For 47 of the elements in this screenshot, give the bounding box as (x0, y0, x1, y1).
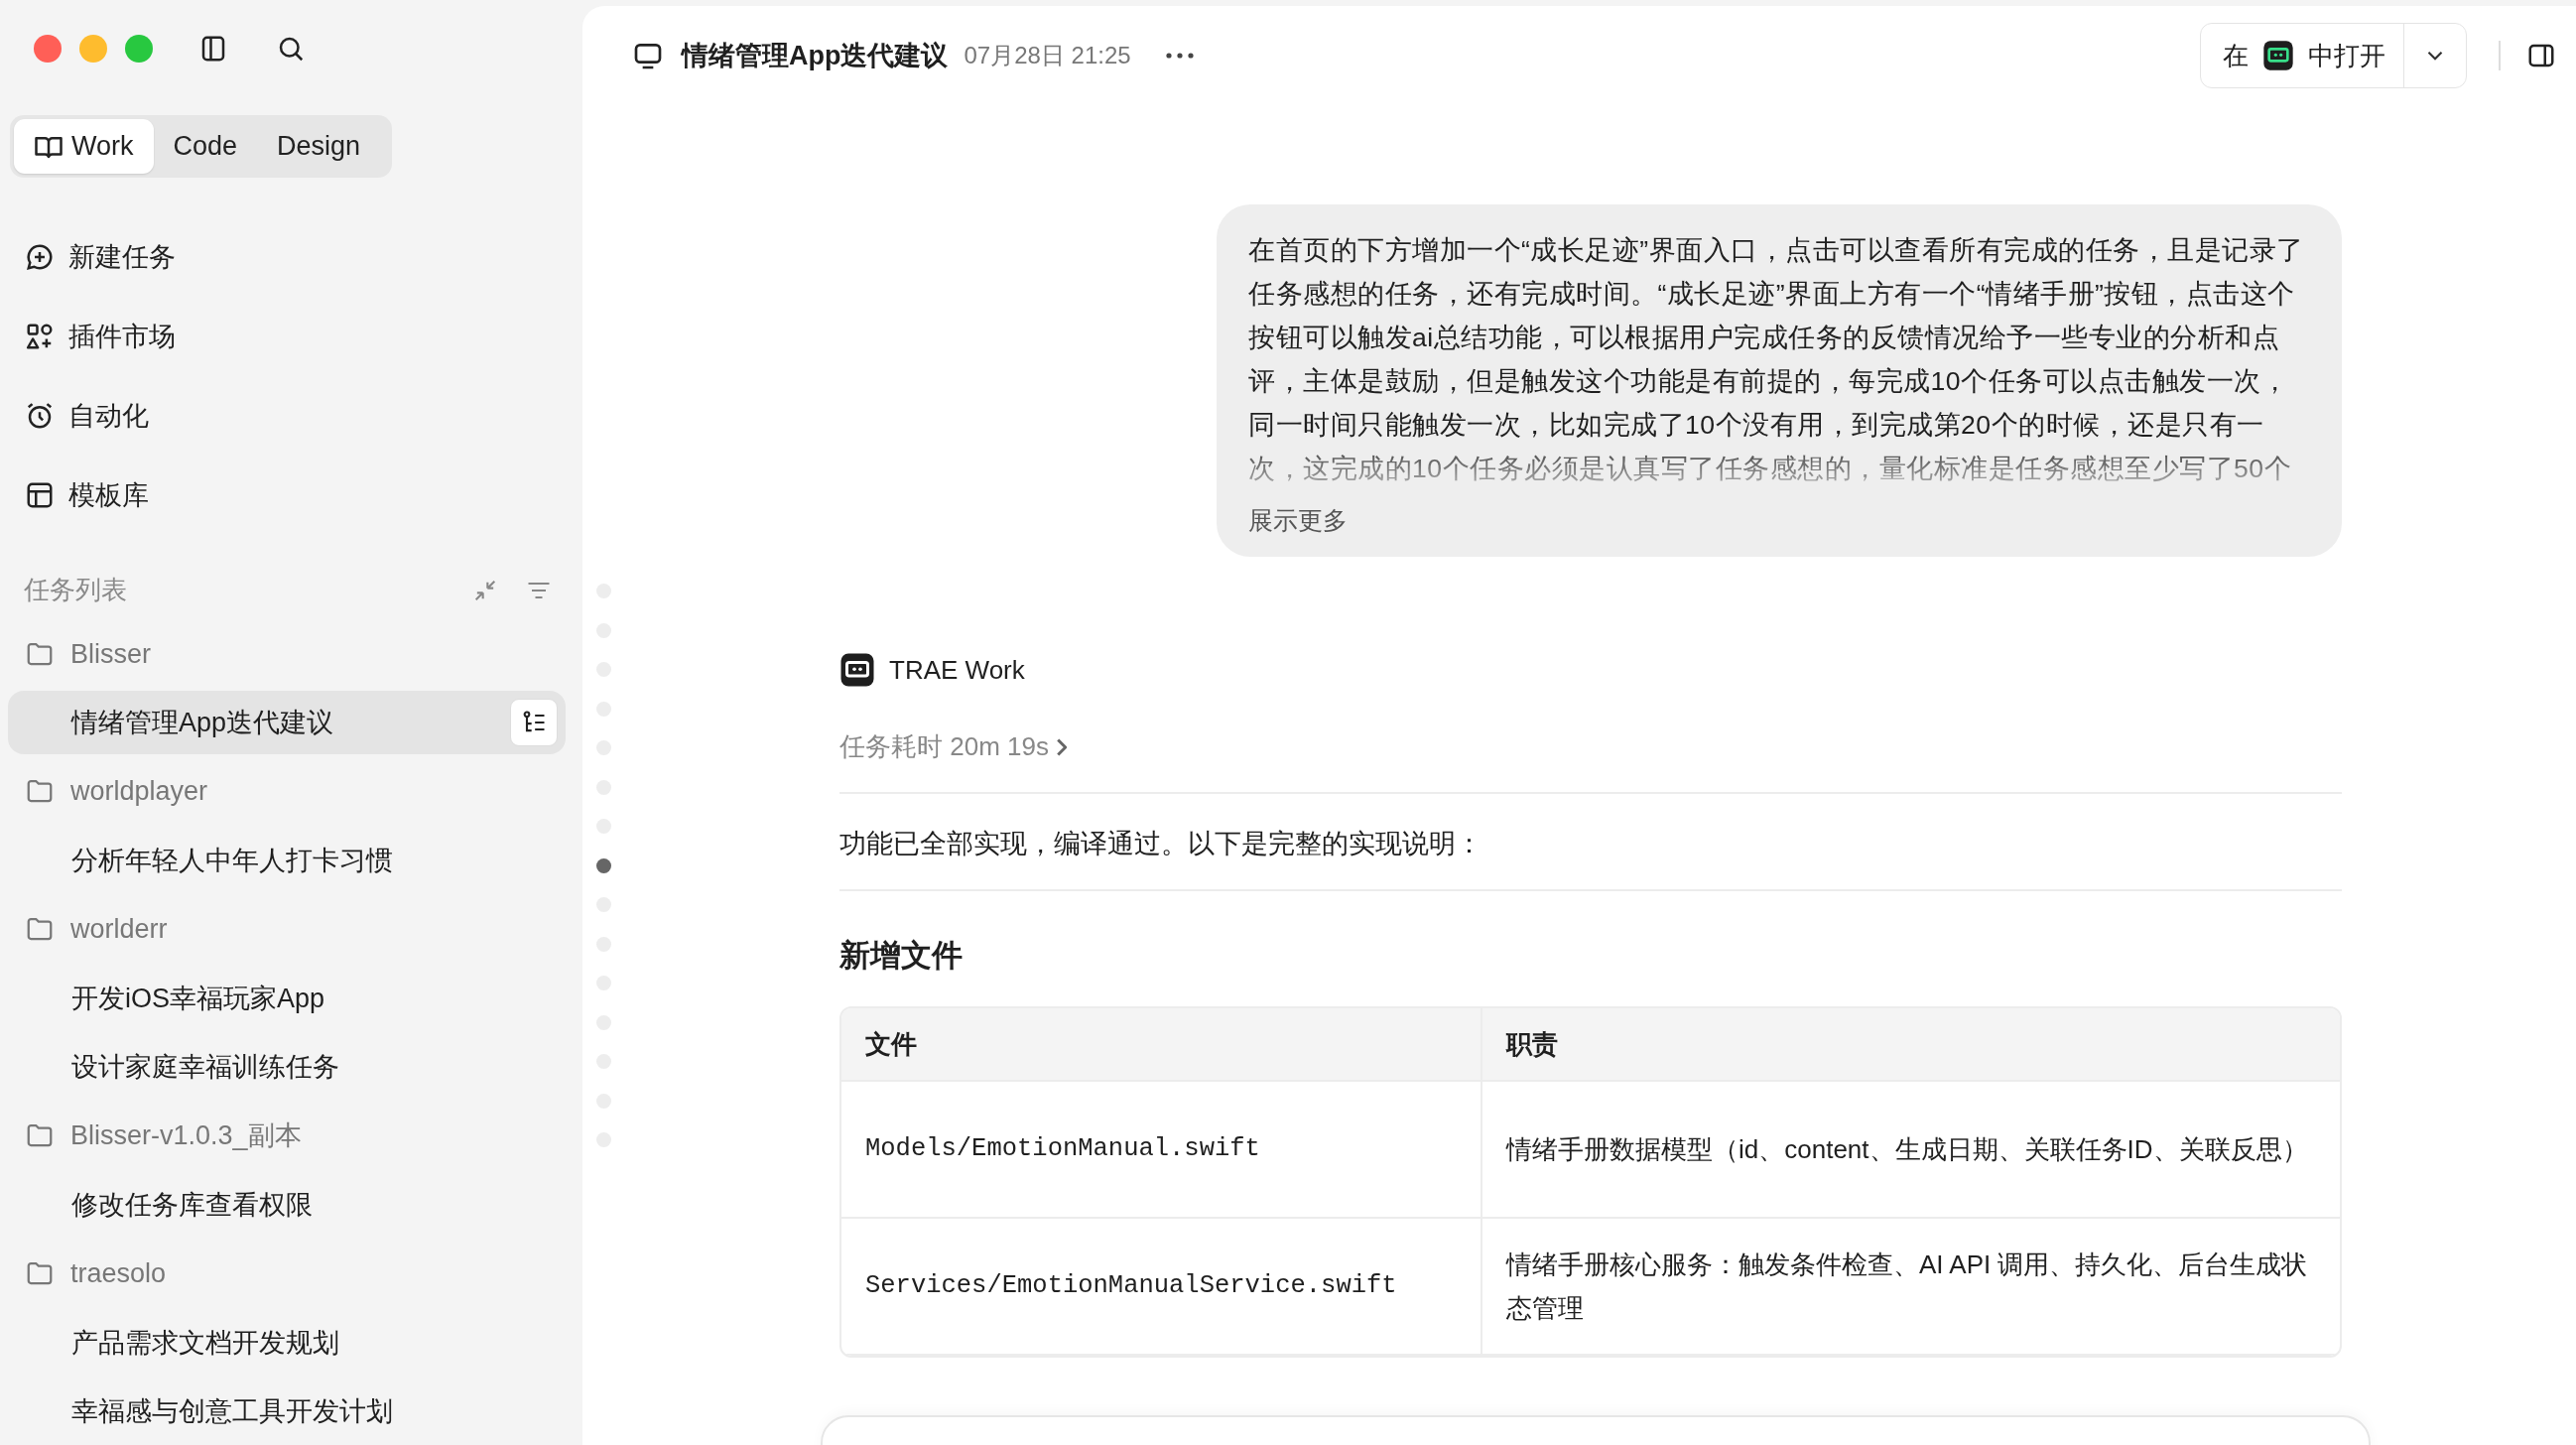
column-header: 文件 (841, 1008, 1482, 1082)
nav-item[interactable]: 模板库 (0, 456, 582, 536)
more-icon[interactable] (1164, 52, 1195, 60)
mode-tab[interactable]: Work (14, 119, 154, 175)
close-button[interactable] (34, 35, 62, 63)
folder-item[interactable]: Blisser (0, 619, 582, 689)
table-cell: Services/EmotionManualService.swift (841, 1219, 1482, 1356)
folder-item[interactable]: worldplayer (0, 756, 582, 826)
folder-item[interactable]: Blisser-v1.0.3_副本 (0, 1101, 582, 1170)
folder-item[interactable]: worlderr (0, 894, 582, 964)
chevron-right-icon (1056, 737, 1067, 756)
nav-item[interactable]: 插件市场 (0, 297, 582, 377)
table-cell: 情绪手册核心服务：触发条件检查、AI API 调用、持久化、后台生成状态管理 (1482, 1219, 2340, 1356)
outline-button[interactable] (510, 699, 558, 746)
column-header: 职责 (1482, 1008, 2340, 1082)
chat-timestamp: 07月28日 21:25 (964, 41, 1131, 70)
mode-tab[interactable]: Code (153, 119, 258, 175)
mode-tab[interactable]: Design (257, 119, 381, 175)
task-item[interactable]: 产品需求文档开发规划 (8, 1308, 566, 1377)
task-item[interactable]: 修改任务库查看权限 (8, 1170, 566, 1239)
summary-text: 功能已全部实现，编译通过。以下是完整的实现说明： (839, 828, 1483, 860)
duration-link[interactable]: 任务耗时 20m 19s (839, 729, 1067, 764)
chat-title: 情绪管理App迭代建议 (682, 40, 949, 72)
app-icon (2262, 40, 2294, 71)
zoom-button[interactable] (125, 35, 153, 63)
layout-icon (25, 480, 55, 511)
open-in-button[interactable]: 在 中打开 (2200, 23, 2467, 88)
show-more-link[interactable]: 展示更多 (1248, 504, 1348, 537)
nav-item[interactable]: 新建任务 (0, 217, 582, 298)
minimize-button[interactable] (79, 35, 107, 63)
add-chat-icon (25, 242, 55, 273)
task-item[interactable]: 设计家庭幸福训练任务 (8, 1032, 566, 1101)
task-item[interactable]: 分析年轻人中年人打卡习惯 (8, 826, 566, 894)
section-heading: 新增文件 (839, 937, 964, 975)
agent-icon (839, 652, 875, 688)
section-title: 任务列表 (24, 574, 128, 606)
shapes-icon (25, 322, 55, 352)
task-item[interactable]: 情绪管理App迭代建议 (8, 691, 566, 754)
task-item[interactable]: 幸福感与创意工具开发计划 (8, 1377, 566, 1445)
table-cell: 情绪手册数据模型（id、content、生成日期、关联任务ID、关联反思） (1482, 1082, 2340, 1219)
agent-name: TRAE Work (889, 654, 1025, 686)
nav-item[interactable]: 自动化 (0, 376, 582, 457)
folder-item[interactable]: traesolo (0, 1239, 582, 1308)
task-item[interactable]: 开发iOS幸福玩家App (8, 964, 566, 1032)
message-text: 在首页的下方增加一个“成长足迹”界面入口，点击可以查看所有完成的任务，且是记录了任务感想的任务，还有完成时间。“成长足迹”界面上方有一个“情绪手册”按钮，点击这个按钮可以触发ai总结功能，可以根据用户完成任务的反馈情况给予一些专业的分析和点评，主体是鼓励，但是触发这个功能是有前提的，每完成10个任务可以点击触发一次，同一时间只能触发一次，比如完成了10个没有用，到完成第20个的时候，还是只有一次，这完成的10个任务必须是认真写了任务感想的，量化标准是任务感想至少写了50个 (1248, 234, 2305, 485)
table-cell: Models/EmotionManual.swift (841, 1082, 1482, 1219)
timeline-dot[interactable] (595, 857, 611, 873)
